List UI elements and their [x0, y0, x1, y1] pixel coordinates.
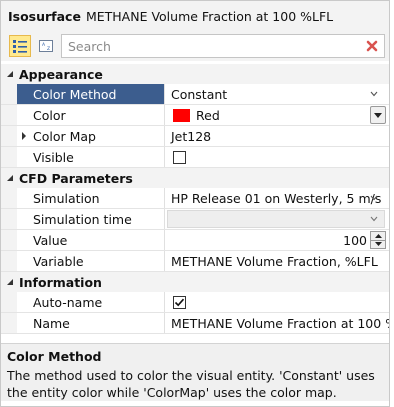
category-label: Information [19, 274, 102, 290]
chevron-down-icon[interactable] [369, 212, 379, 226]
visible-checkbox[interactable] [173, 150, 186, 164]
description-text: The method used to color the visual enti… [7, 368, 375, 400]
property-name[interactable]: Color [17, 105, 165, 125]
search-input[interactable] [68, 38, 364, 54]
property-row-auto-name[interactable]: Auto-name [1, 292, 389, 313]
chevron-down-icon[interactable] [369, 191, 379, 205]
property-row-simulation[interactable]: Simulation HP Release 01 on Westerly, 5 … [1, 188, 389, 209]
object-type-label: Isosurface [8, 8, 81, 24]
property-name[interactable]: Color Method [17, 84, 165, 104]
auto-name-checkbox[interactable] [173, 295, 186, 309]
color-method-dropdown[interactable]: Constant [165, 84, 389, 104]
property-name[interactable]: Simulation time [17, 209, 165, 229]
categorized-list-icon [13, 40, 27, 53]
category-label: CFD Parameters [19, 170, 133, 186]
categorized-view-button[interactable] [9, 35, 31, 57]
checkmark-icon [174, 298, 185, 306]
property-row-variable[interactable]: Variable METHANE Volume Fraction, %LFL [1, 251, 389, 272]
collapse-triangle-icon[interactable] [1, 70, 19, 78]
value-numeric-input[interactable]: 100 [165, 230, 389, 250]
category-information[interactable]: Information [1, 272, 389, 292]
simulation-time-dropdown[interactable] [165, 209, 389, 229]
category-appearance[interactable]: Appearance [1, 64, 389, 84]
clear-x-icon [366, 40, 378, 52]
color-dropdown-button[interactable] [370, 106, 386, 124]
caret-down-icon [374, 242, 382, 247]
clear-search-button[interactable] [364, 38, 380, 54]
property-row-visible[interactable]: Visible [1, 147, 389, 168]
color-swatch [173, 108, 190, 122]
name-value[interactable]: METHANE Volume Fraction at 100 %LFL [165, 313, 389, 333]
title-bar: Isosurface METHANE Volume Fraction at 10… [1, 1, 389, 31]
expand-arrow-icon[interactable] [17, 132, 31, 140]
property-name[interactable]: Name [17, 313, 165, 333]
caret-up-icon [374, 233, 382, 238]
property-row-color[interactable]: Color Red [1, 105, 389, 126]
property-row-color-map[interactable]: Color Map Jet128 [1, 126, 389, 147]
property-row-color-method[interactable]: Color Method Constant [1, 84, 389, 105]
search-box[interactable] [61, 34, 385, 58]
spin-down-button[interactable] [371, 239, 385, 249]
property-row-name[interactable]: Name METHANE Volume Fraction at 100 %LFL [1, 313, 389, 334]
color-picker[interactable]: Red [165, 105, 389, 125]
property-row-simulation-time[interactable]: Simulation time [1, 209, 389, 230]
value-spinner[interactable] [370, 231, 386, 249]
color-map-value[interactable]: Jet128 [165, 126, 389, 146]
description-pane: Color Method The method used to color th… [1, 343, 389, 401]
alphabetical-sort-icon: A Z [39, 40, 53, 52]
simulation-dropdown[interactable]: HP Release 01 on Westerly, 5 m/s [165, 188, 389, 208]
property-name[interactable]: Value [17, 230, 165, 250]
variable-value[interactable]: METHANE Volume Fraction, %LFL [165, 251, 389, 271]
description-title: Color Method [7, 349, 102, 364]
chevron-down-icon[interactable] [369, 87, 379, 101]
collapse-triangle-icon[interactable] [1, 278, 19, 286]
category-cfd-parameters[interactable]: CFD Parameters [1, 168, 389, 188]
toolbar: A Z [1, 31, 389, 61]
property-grid-panel: Isosurface METHANE Volume Fraction at 10… [0, 0, 390, 407]
property-name[interactable]: Variable [17, 251, 165, 271]
property-name[interactable]: Simulation [17, 188, 165, 208]
property-name[interactable]: Visible [17, 147, 165, 167]
caret-down-icon [374, 112, 382, 118]
property-grid: Appearance Color Method Constant Color R… [1, 64, 389, 334]
collapse-triangle-icon[interactable] [1, 174, 19, 182]
property-name[interactable]: Color Map [17, 126, 165, 146]
property-name[interactable]: Auto-name [17, 292, 165, 312]
category-label: Appearance [19, 66, 103, 82]
property-row-value[interactable]: Value 100 [1, 230, 389, 251]
spin-up-button[interactable] [371, 232, 385, 240]
alphabetical-view-button[interactable]: A Z [35, 35, 57, 57]
object-name-label: METHANE Volume Fraction at 100 %LFL [85, 8, 334, 24]
svg-text:Z: Z [47, 46, 50, 52]
